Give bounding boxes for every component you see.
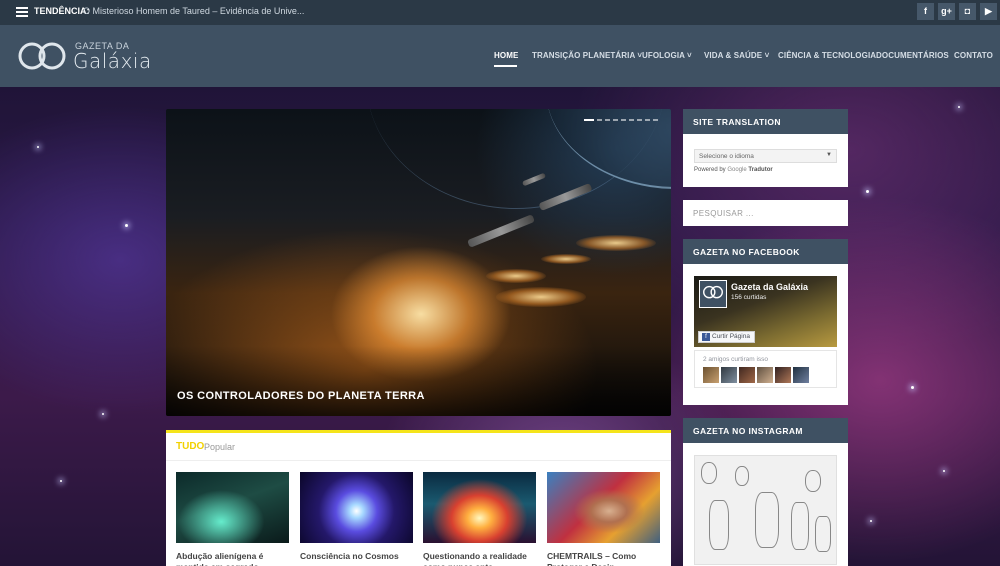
slide-crater xyxy=(496,287,586,307)
instagram-widget: GAZETA NO INSTAGRAM xyxy=(683,418,848,566)
logo-icon[interactable] xyxy=(16,40,68,72)
nav-active-indicator xyxy=(494,65,517,67)
page-avatar xyxy=(699,280,727,308)
nav-contato[interactable]: CONTATO xyxy=(954,51,993,60)
post-title[interactable]: CHEMTRAILS – Como Proteger e Desin... xyxy=(547,551,667,566)
sketch-figure xyxy=(815,516,831,552)
friend-avatar[interactable] xyxy=(775,367,791,383)
post-title[interactable]: Questionando a realidade como nunca ante… xyxy=(423,551,543,566)
sketch-figure xyxy=(755,492,779,548)
facebook-like-button[interactable]: f Curtir Página xyxy=(698,331,755,343)
trending-label: TENDÊNCIA: xyxy=(34,6,90,16)
tradutor-link[interactable]: Tradutor xyxy=(748,167,772,173)
chevron-down-icon: ▼ xyxy=(826,152,832,158)
slide-crater xyxy=(486,269,546,283)
background-star xyxy=(125,224,128,227)
nav-ufologia[interactable]: UFOLOGIA ˅ xyxy=(642,51,692,60)
tab-popular[interactable]: Popular xyxy=(204,442,235,452)
posts-tabs-panel: TUDO Popular Abdução alienígena é mantid… xyxy=(166,430,671,566)
slide-title[interactable]: OS CONTROLADORES DO PLANETA TERRA xyxy=(177,390,425,402)
background-star xyxy=(866,190,869,193)
powered-by: Powered by Google Tradutor xyxy=(694,167,773,173)
search-input[interactable]: PESQUISAR ... xyxy=(683,200,848,226)
friend-avatar[interactable] xyxy=(739,367,755,383)
widget-title: GAZETA NO INSTAGRAM xyxy=(683,418,848,443)
background-star xyxy=(37,146,39,148)
friend-avatar[interactable] xyxy=(793,367,809,383)
slide-crater xyxy=(576,235,656,251)
tab-tudo[interactable]: TUDO xyxy=(176,441,204,452)
slider-dot[interactable] xyxy=(621,119,626,121)
language-select[interactable]: Selecione o idioma ▼ xyxy=(694,149,837,163)
friends-liked-text: 2 amigos curtiram isso xyxy=(703,356,769,363)
post-thumbnail[interactable] xyxy=(176,472,289,543)
sketch-alien-head xyxy=(701,462,717,484)
background-star xyxy=(958,106,960,108)
friend-avatar[interactable] xyxy=(703,367,719,383)
youtube-icon[interactable]: ▶ xyxy=(980,3,997,20)
slider-dot[interactable] xyxy=(653,119,658,121)
friend-avatar[interactable] xyxy=(721,367,737,383)
facebook-widget: GAZETA NO FACEBOOK Gazeta da Galáxia 156… xyxy=(683,239,848,405)
top-bar: TENDÊNCIA: O Misterioso Homem de Taured … xyxy=(0,0,1000,25)
facebook-icon[interactable]: f xyxy=(917,3,934,20)
slider-dot[interactable] xyxy=(637,119,642,121)
slider-dot[interactable] xyxy=(597,119,602,121)
slide-shade xyxy=(166,346,671,416)
sketch-alien-head xyxy=(735,466,749,486)
post-thumbnail[interactable] xyxy=(423,472,536,543)
slide-crater xyxy=(541,254,591,264)
widget-title: SITE TRANSLATION xyxy=(683,109,848,134)
google-plus-icon[interactable]: g+ xyxy=(938,3,955,20)
trending-link[interactable]: O Misterioso Homem de Taured – Evidência… xyxy=(83,6,304,16)
slide-spaceship xyxy=(467,214,535,248)
nav-vida-saude[interactable]: VIDA & SAÚDE ˅ xyxy=(704,51,769,60)
instagram-post-image[interactable] xyxy=(694,455,837,565)
post-title[interactable]: Consciência no Cosmos xyxy=(300,551,420,562)
post-thumbnail[interactable] xyxy=(300,472,413,543)
nav-ciencia-tecnologia[interactable]: CIÊNCIA & TECNOLOGIA xyxy=(778,51,876,60)
facebook-icon: f xyxy=(702,333,710,341)
facebook-page-name[interactable]: Gazeta da Galáxia xyxy=(731,282,808,292)
facebook-friends-box: 2 amigos curtiram isso xyxy=(694,350,837,388)
post-title[interactable]: Abdução alienígena é mantida em segredo.… xyxy=(176,551,296,566)
slider-dot[interactable] xyxy=(629,119,634,121)
powered-by-text: Powered by xyxy=(694,167,726,173)
menu-icon[interactable] xyxy=(16,7,28,17)
friend-avatar[interactable] xyxy=(757,367,773,383)
facebook-page-cover[interactable]: Gazeta da Galáxia 156 curtidas f Curtir P… xyxy=(694,276,837,347)
instagram-icon[interactable]: ◘ xyxy=(959,3,976,20)
featured-slider[interactable]: OS CONTROLADORES DO PLANETA TERRA xyxy=(166,109,671,416)
site-header: GAZETA DA Galáxia HOME TRANSIÇÃO PLANETÁ… xyxy=(0,25,1000,87)
sketch-figure xyxy=(791,502,809,550)
like-button-label: Curtir Página xyxy=(712,333,750,340)
nav-transicao-planetaria[interactable]: TRANSIÇÃO PLANETÁRIA ˅ xyxy=(532,51,642,60)
slider-dot[interactable] xyxy=(584,119,594,121)
post-thumbnail[interactable] xyxy=(547,472,660,543)
widget-title: GAZETA NO FACEBOOK xyxy=(683,239,848,264)
tabs-divider xyxy=(166,460,671,461)
slider-dot[interactable] xyxy=(613,119,618,121)
translation-widget: SITE TRANSLATION Selecione o idioma ▼ Po… xyxy=(683,109,848,187)
logo-text[interactable]: Galáxia xyxy=(73,49,152,73)
background-star xyxy=(870,520,872,522)
slider-dot[interactable] xyxy=(605,119,610,121)
facebook-likes-count: 156 curtidas xyxy=(731,294,767,301)
nav-documentarios[interactable]: DOCUMENTÁRIOS xyxy=(876,51,949,60)
background-star xyxy=(60,480,62,482)
background-star xyxy=(943,470,945,472)
google-logo: Google xyxy=(727,167,747,173)
nav-home[interactable]: HOME xyxy=(494,51,518,60)
background-star xyxy=(102,413,104,415)
sketch-figure xyxy=(709,500,729,550)
sketch-alien-head xyxy=(805,470,821,492)
language-select-value: Selecione o idioma xyxy=(699,153,754,160)
background-star xyxy=(911,386,914,389)
slider-dot[interactable] xyxy=(645,119,650,121)
